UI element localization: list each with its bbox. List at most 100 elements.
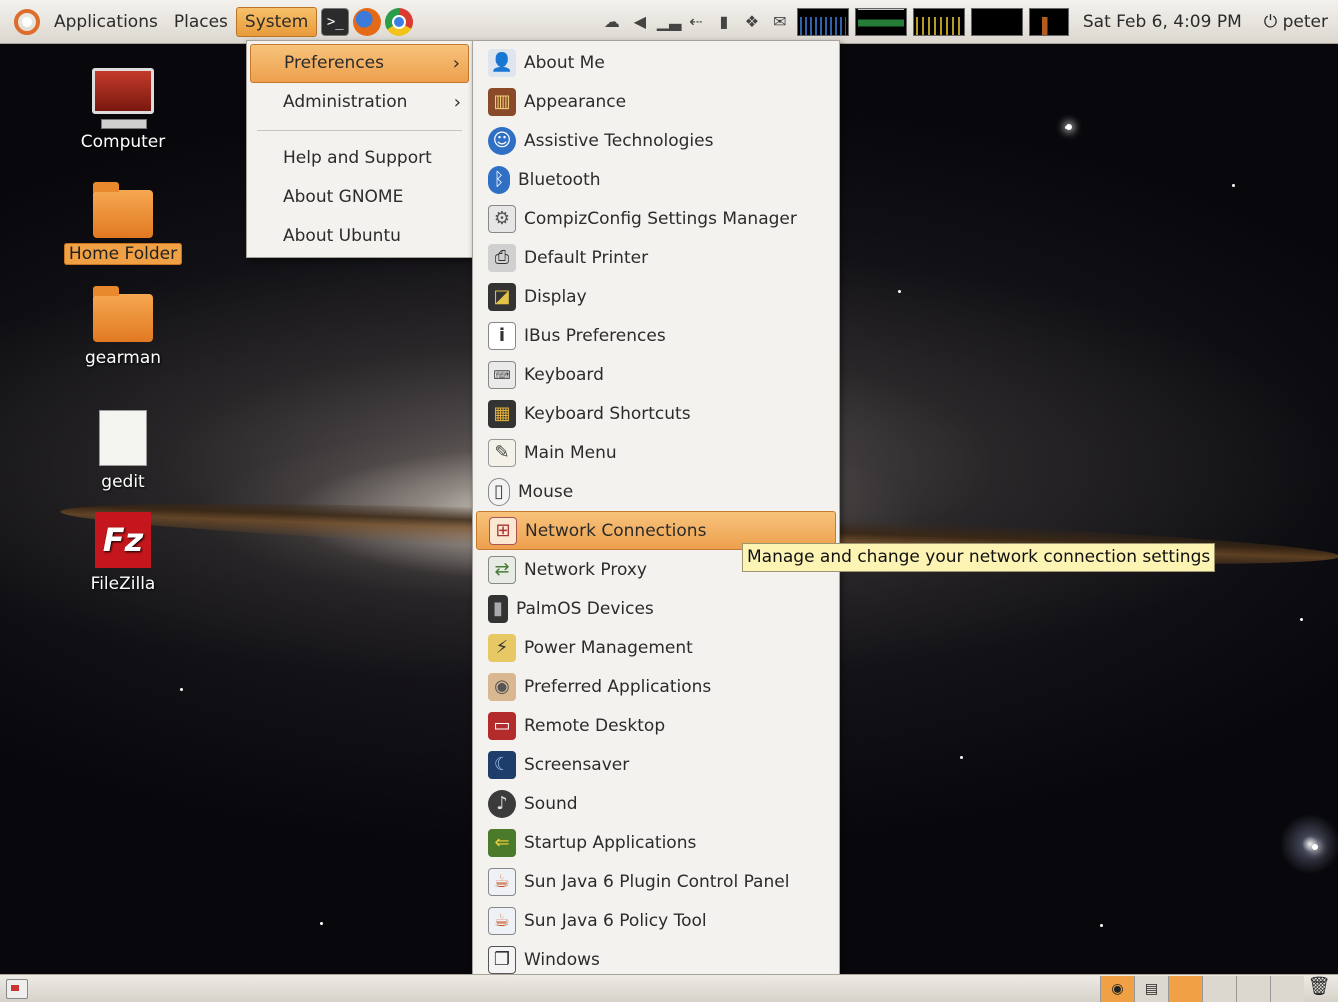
menu-item-label: Network Connections — [525, 520, 707, 541]
workspace-1[interactable]: ◉ — [1100, 975, 1134, 1002]
mail-icon[interactable]: ✉ — [769, 12, 791, 31]
terminal-launcher-icon[interactable]: >_ — [321, 7, 350, 36]
menu-item-label: About Me — [524, 52, 605, 73]
dropbox-icon[interactable]: ❖ — [741, 12, 763, 31]
memory-monitor[interactable] — [854, 7, 907, 36]
pref-item-palmos[interactable]: ▮ PalmOS Devices — [476, 589, 836, 628]
show-desktop-icon[interactable] — [6, 978, 28, 999]
pref-item-bluetooth[interactable]: ᛒ Bluetooth — [476, 160, 836, 199]
menu-item-label: Sound — [524, 793, 578, 814]
menu-item-label: Sun Java 6 Plugin Control Panel — [524, 871, 790, 892]
pref-item-startup-applications[interactable]: ⇐ Startup Applications — [476, 823, 836, 862]
menu-system[interactable]: System — [235, 6, 318, 37]
system-menu-item-help[interactable]: Help and Support — [250, 139, 469, 178]
chevron-right-icon: › — [452, 53, 460, 74]
workspace-2[interactable]: ▤ — [1134, 975, 1168, 1002]
system-menu-item-about-ubuntu[interactable]: About Ubuntu — [250, 217, 469, 256]
network-icon[interactable]: ⇠ — [685, 12, 707, 31]
menu-item-label: Keyboard Shortcuts — [524, 403, 691, 424]
star — [960, 756, 963, 759]
menu-places[interactable]: Places — [166, 7, 236, 37]
pref-item-sound[interactable]: ♪ Sound — [476, 784, 836, 823]
user-name: peter — [1282, 11, 1328, 32]
power-management-icon: ⚡ — [488, 633, 516, 662]
desktop-icon-computer[interactable]: Computer — [63, 68, 183, 152]
pref-item-display[interactable]: ◪ Display — [476, 277, 836, 316]
menu-item-label: Administration — [283, 92, 408, 112]
top-panel: Applications Places System >_ ☁ ◀ ▁▃ ⇠ ▮… — [0, 0, 1338, 44]
folder-icon — [93, 286, 153, 342]
menu-item-label: CompizConfig Settings Manager — [524, 208, 797, 229]
menu-item-label: Sun Java 6 Policy Tool — [524, 910, 707, 931]
compiz-icon: ⚙ — [488, 204, 516, 233]
workspace-switcher[interactable]: ◉ ▤ 🗑 — [1100, 975, 1334, 1002]
pref-item-keyboard[interactable]: ⌨ Keyboard — [476, 355, 836, 394]
load-monitor[interactable] — [970, 7, 1023, 36]
panel-clock[interactable]: Sat Feb 6, 4:09 PM — [1083, 12, 1242, 32]
pref-item-ibus[interactable]: i IBus Preferences — [476, 316, 836, 355]
desktop-icon-label: gedit — [101, 472, 145, 492]
filezilla-icon: Fz — [95, 512, 151, 568]
desktop-icon-filezilla[interactable]: Fz FileZilla — [63, 512, 183, 594]
pref-item-preferred-applications[interactable]: ◉ Preferred Applications — [476, 667, 836, 706]
java-icon: ☕ — [488, 867, 516, 896]
cpu-monitor[interactable] — [796, 7, 849, 36]
system-menu-item-about-gnome[interactable]: About GNOME — [250, 178, 469, 217]
menu-item-label: Main Menu — [524, 442, 617, 463]
menu-item-label: Network Proxy — [524, 559, 647, 580]
power-icon: ⏻ — [1263, 11, 1283, 32]
workspace-4[interactable] — [1202, 975, 1236, 1002]
workspace-3[interactable] — [1168, 975, 1202, 1002]
desktop-icon-gearman[interactable]: gearman — [63, 286, 183, 368]
appearance-icon: ▥ — [488, 87, 516, 116]
pref-item-screensaver[interactable]: ☾ Screensaver — [476, 745, 836, 784]
pref-item-mouse[interactable]: ▯ Mouse — [476, 472, 836, 511]
disk-monitor[interactable] — [1028, 7, 1069, 36]
chrome-launcher-icon[interactable] — [385, 7, 414, 36]
workspace-5[interactable] — [1236, 975, 1270, 1002]
star — [1100, 924, 1103, 927]
menu-item-label: Power Management — [524, 637, 693, 658]
display-icon: ◪ — [488, 282, 516, 311]
pref-item-compizconfig[interactable]: ⚙ CompizConfig Settings Manager — [476, 199, 836, 238]
system-menu-item-preferences[interactable]: Preferences › — [250, 44, 469, 83]
signal-icon[interactable]: ▁▃ — [657, 12, 682, 31]
pref-item-power-management[interactable]: ⚡ Power Management — [476, 628, 836, 667]
desktop-icon-gedit[interactable]: gedit — [63, 410, 183, 492]
workspace-6[interactable] — [1270, 975, 1304, 1002]
volume-icon[interactable]: ◀ — [629, 12, 651, 31]
system-menu: Preferences › Administration › Help and … — [246, 40, 473, 258]
pref-item-keyboard-shortcuts[interactable]: ▦ Keyboard Shortcuts — [476, 394, 836, 433]
network-monitor[interactable] — [912, 7, 965, 36]
accessibility-icon: ☺ — [488, 126, 516, 155]
computer-icon — [92, 68, 154, 129]
user-icon: 👤 — [488, 48, 516, 77]
system-menu-item-administration[interactable]: Administration › — [250, 83, 469, 122]
menu-applications[interactable]: Applications — [46, 7, 166, 37]
battery-icon[interactable]: ▮ — [713, 12, 735, 31]
network-proxy-icon: ⇄ — [488, 555, 516, 584]
trash-icon[interactable]: 🗑 — [1304, 976, 1334, 1002]
menu-item-label: Mouse — [518, 481, 574, 502]
pref-item-default-printer[interactable]: ⎙ Default Printer — [476, 238, 836, 277]
star — [1066, 124, 1072, 130]
firefox-launcher-icon[interactable] — [353, 7, 382, 36]
user-menu[interactable]: ⏻ peter — [1264, 12, 1328, 32]
pref-item-appearance[interactable]: ▥ Appearance — [476, 82, 836, 121]
ubuntu-logo-icon[interactable] — [14, 8, 40, 35]
pref-item-main-menu[interactable]: ✎ Main Menu — [476, 433, 836, 472]
mouse-icon: ▯ — [488, 477, 510, 506]
main-menu-icon: ✎ — [488, 438, 516, 467]
menu-item-label: Windows — [524, 949, 600, 970]
desktop-icon-home-folder[interactable]: Home Folder — [63, 182, 183, 265]
desktop-icon-label: Computer — [80, 132, 166, 152]
pref-item-assistive-technologies[interactable]: ☺ Assistive Technologies — [476, 121, 836, 160]
pref-item-about-me[interactable]: 👤 About Me — [476, 43, 836, 82]
pref-item-java-plugin[interactable]: ☕ Sun Java 6 Plugin Control Panel — [476, 862, 836, 901]
menu-item-label: Appearance — [524, 91, 627, 112]
pref-item-java-policy[interactable]: ☕ Sun Java 6 Policy Tool — [476, 901, 836, 940]
star — [1300, 618, 1303, 621]
weather-icon[interactable]: ☁ — [601, 12, 623, 31]
pref-item-remote-desktop[interactable]: ▭ Remote Desktop — [476, 706, 836, 745]
keyboard-icon: ⌨ — [488, 360, 516, 389]
